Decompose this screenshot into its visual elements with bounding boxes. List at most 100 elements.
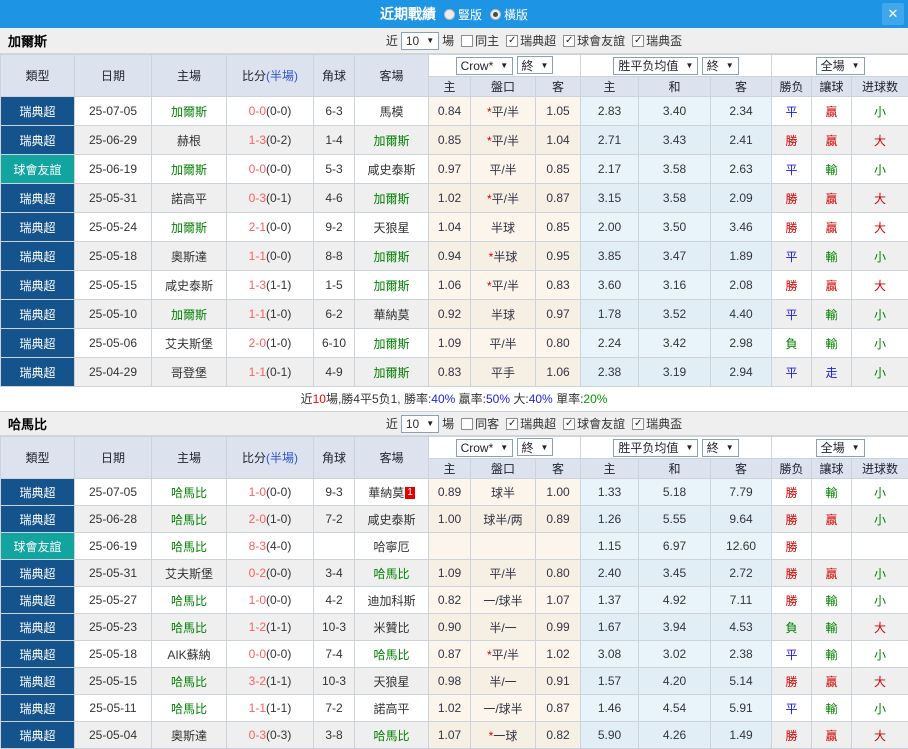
checkbox-checked-icon[interactable]: ✓ xyxy=(632,417,645,430)
away-team-link[interactable]: 米贊比 xyxy=(373,621,409,635)
same-away-checkbox[interactable]: 同客 xyxy=(461,415,499,432)
home-team-link[interactable]: 加爾斯 xyxy=(171,163,207,177)
home-team-link[interactable]: 加爾斯 xyxy=(171,221,207,235)
comp-allsvenskan-checkbox[interactable]: ✓ 瑞典超 xyxy=(506,32,556,49)
comp-cup-checkbox[interactable]: ✓ 瑞典盃 xyxy=(632,32,682,49)
avg-odds-select[interactable]: 胜平负均值 ▼ xyxy=(613,56,699,75)
radio-unselected-icon[interactable] xyxy=(443,8,455,20)
home-team-cell[interactable]: 赫根 xyxy=(151,125,227,155)
away-team-cell[interactable]: 加爾斯 xyxy=(354,328,429,358)
layout-vertical-option[interactable]: 豎版 xyxy=(443,6,482,23)
home-team-cell[interactable]: 哈馬比 xyxy=(151,613,227,641)
home-team-link[interactable]: 奧斯達 xyxy=(171,729,207,743)
home-team-cell[interactable]: 哈馬比 xyxy=(151,478,227,506)
away-team-cell[interactable]: 咸史泰斯 xyxy=(354,505,429,533)
checkbox-checked-icon[interactable]: ✓ xyxy=(563,34,576,47)
close-button[interactable]: ✕ xyxy=(882,3,904,25)
home-team-link[interactable]: 哥登堡 xyxy=(171,366,207,380)
bookmaker-select[interactable]: Crow* ▼ xyxy=(455,56,514,75)
away-team-cell[interactable]: 華納莫 1 xyxy=(354,478,429,506)
away-team-cell[interactable]: 哈馬比 xyxy=(354,640,429,668)
radio-selected-icon[interactable] xyxy=(490,8,501,20)
away-team-cell[interactable]: 咸史泰斯 xyxy=(354,154,429,184)
away-team-link[interactable]: 諾高平 xyxy=(373,702,409,716)
home-team-cell[interactable]: 加爾斯 xyxy=(151,96,227,126)
home-team-link[interactable]: 哈馬比 xyxy=(171,675,207,689)
home-team-cell[interactable]: 奧斯達 xyxy=(151,241,227,271)
home-team-cell[interactable]: 哈馬比 xyxy=(151,505,227,533)
checkbox-checked-icon[interactable]: ✓ xyxy=(563,417,576,430)
final-odds-select2[interactable]: 終 ▼ xyxy=(701,56,739,75)
home-team-cell[interactable]: 加爾斯 xyxy=(151,299,227,329)
home-team-link[interactable]: 哈馬比 xyxy=(171,540,207,554)
home-team-link[interactable]: 哈馬比 xyxy=(171,621,207,635)
away-team-link[interactable]: 咸史泰斯 xyxy=(367,163,415,177)
match-count-select[interactable]: 10 ▼ xyxy=(400,414,440,433)
home-team-cell[interactable]: 奧斯達 xyxy=(151,721,227,749)
home-team-link[interactable]: 諾高平 xyxy=(171,192,207,206)
away-team-cell[interactable]: 加爾斯 xyxy=(354,357,429,387)
checkbox-checked-icon[interactable]: ✓ xyxy=(506,34,519,47)
comp-allsvenskan-checkbox[interactable]: ✓ 瑞典超 xyxy=(506,415,556,432)
away-team-link[interactable]: 咸史泰斯 xyxy=(367,513,415,527)
away-team-cell[interactable]: 迪加科斯 xyxy=(354,586,429,614)
comp-friendly-checkbox[interactable]: ✓ 球會友誼 xyxy=(563,415,625,432)
away-team-link[interactable]: 加爾斯 xyxy=(373,250,409,264)
home-team-cell[interactable]: 哈馬比 xyxy=(151,667,227,695)
away-team-cell[interactable]: 加爾斯 xyxy=(354,183,429,213)
checkbox-checked-icon[interactable]: ✓ xyxy=(632,34,645,47)
away-team-cell[interactable]: 加爾斯 xyxy=(354,241,429,271)
checkbox-checked-icon[interactable]: ✓ xyxy=(506,417,519,430)
home-team-link[interactable]: 哈馬比 xyxy=(171,594,207,608)
home-team-link[interactable]: 咸史泰斯 xyxy=(165,279,213,293)
home-team-cell[interactable]: 哈馬比 xyxy=(151,694,227,722)
away-team-link[interactable]: 華納莫 xyxy=(368,486,404,500)
home-team-cell[interactable]: 加爾斯 xyxy=(151,212,227,242)
away-team-cell[interactable]: 米贊比 xyxy=(354,613,429,641)
home-team-cell[interactable]: 艾夫斯堡 xyxy=(151,559,227,587)
away-team-link[interactable]: 哈馬比 xyxy=(373,567,409,581)
home-team-cell[interactable]: 加爾斯 xyxy=(151,154,227,184)
away-team-link[interactable]: 哈馬比 xyxy=(373,729,409,743)
home-team-link[interactable]: 奧斯達 xyxy=(171,250,207,264)
bookmaker-select[interactable]: Crow* ▼ xyxy=(455,438,514,457)
home-team-link[interactable]: 艾夫斯堡 xyxy=(165,567,213,581)
final-odds-select[interactable]: 終 ▼ xyxy=(516,56,554,75)
scope-select[interactable]: 全場 ▼ xyxy=(815,438,865,457)
home-team-link[interactable]: 哈馬比 xyxy=(171,513,207,527)
checkbox-unchecked-icon[interactable] xyxy=(461,417,474,430)
away-team-link[interactable]: 加爾斯 xyxy=(373,192,409,206)
away-team-link[interactable]: 哈寧厄 xyxy=(373,540,409,554)
final-odds-select2[interactable]: 終 ▼ xyxy=(701,438,739,457)
layout-horizontal-option[interactable]: 橫版 xyxy=(490,6,528,23)
avg-odds-select[interactable]: 胜平负均值 ▼ xyxy=(613,438,699,457)
away-team-link[interactable]: 加爾斯 xyxy=(373,134,409,148)
home-team-link[interactable]: 艾夫斯堡 xyxy=(165,337,213,351)
home-team-link[interactable]: AIK蘇納 xyxy=(167,648,210,662)
away-team-link[interactable]: 加爾斯 xyxy=(373,366,409,380)
away-team-cell[interactable]: 天狼星 xyxy=(354,212,429,242)
comp-cup-checkbox[interactable]: ✓ 瑞典盃 xyxy=(632,415,682,432)
home-team-cell[interactable]: 哈馬比 xyxy=(151,586,227,614)
checkbox-unchecked-icon[interactable] xyxy=(461,34,474,47)
away-team-cell[interactable]: 哈馬比 xyxy=(354,721,429,749)
away-team-cell[interactable]: 天狼星 xyxy=(354,667,429,695)
away-team-cell[interactable]: 華納莫 xyxy=(354,299,429,329)
away-team-link[interactable]: 天狼星 xyxy=(373,675,409,689)
away-team-cell[interactable]: 哈寧厄 xyxy=(354,532,429,560)
away-team-link[interactable]: 加爾斯 xyxy=(373,279,409,293)
away-team-link[interactable]: 迪加科斯 xyxy=(367,594,415,608)
scope-select[interactable]: 全場 ▼ xyxy=(815,56,865,75)
home-team-cell[interactable]: AIK蘇納 xyxy=(151,640,227,668)
home-team-link[interactable]: 加爾斯 xyxy=(171,105,207,119)
away-team-cell[interactable]: 加爾斯 xyxy=(354,125,429,155)
comp-friendly-checkbox[interactable]: ✓ 球會友誼 xyxy=(563,32,625,49)
home-team-link[interactable]: 哈馬比 xyxy=(171,486,207,500)
same-home-checkbox[interactable]: 同主 xyxy=(461,32,499,49)
away-team-link[interactable]: 馬模 xyxy=(379,105,403,119)
home-team-cell[interactable]: 艾夫斯堡 xyxy=(151,328,227,358)
home-team-cell[interactable]: 諾高平 xyxy=(151,183,227,213)
away-team-link[interactable]: 哈馬比 xyxy=(373,648,409,662)
away-team-cell[interactable]: 哈馬比 xyxy=(354,559,429,587)
match-count-select[interactable]: 10 ▼ xyxy=(400,31,440,50)
